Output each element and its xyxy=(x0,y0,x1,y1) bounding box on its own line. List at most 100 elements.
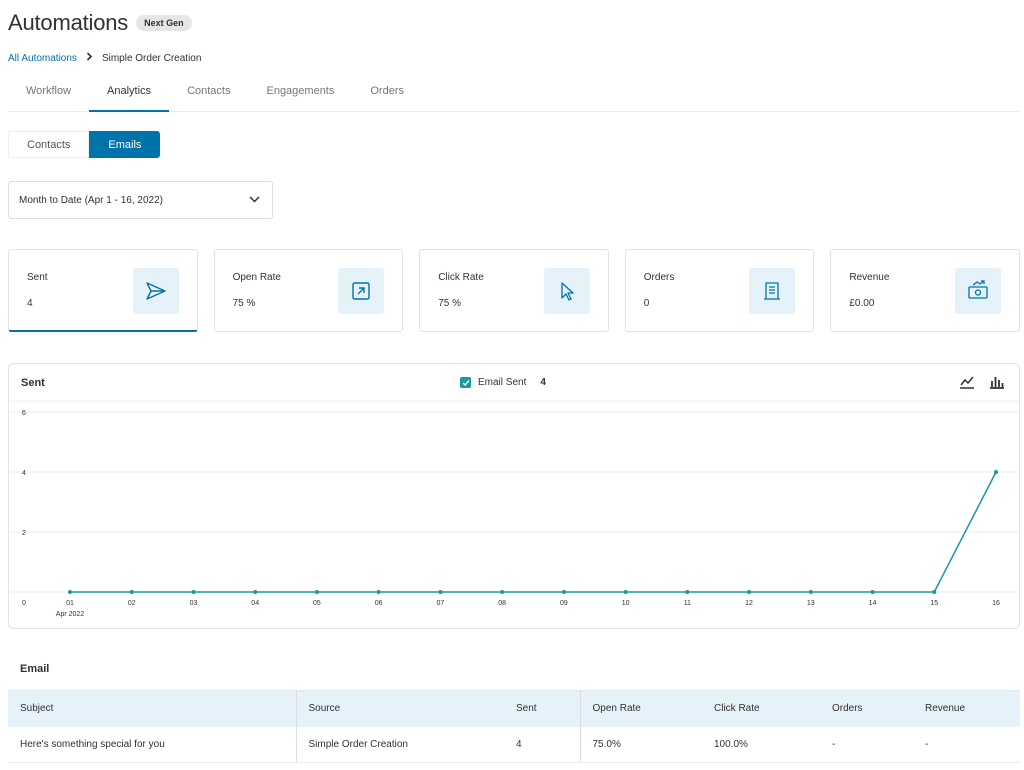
column-header-click-rate[interactable]: Click Rate xyxy=(702,690,820,727)
cell-revenue: - xyxy=(913,726,1020,763)
tab-workflow[interactable]: Workflow xyxy=(8,72,89,111)
card-value: 0 xyxy=(643,298,650,309)
card-value: 75 % xyxy=(438,298,461,309)
orders-card[interactable]: Orders 0 xyxy=(624,249,815,332)
card-label: Open Rate xyxy=(232,272,281,283)
y-tick-label: 2 xyxy=(22,530,26,537)
cell-click-rate: 100.0% xyxy=(702,726,820,763)
emails-toggle-button[interactable]: Emails xyxy=(89,131,161,158)
card-value: 4 xyxy=(27,298,33,309)
open-mail-icon xyxy=(338,268,385,314)
card-label: Revenue xyxy=(849,272,890,283)
x-tick-label: 01 xyxy=(66,600,74,607)
data-point xyxy=(747,590,752,594)
cell-open-rate: 75.0% xyxy=(579,726,702,763)
chart-legend[interactable]: Email Sent 4 xyxy=(460,377,546,388)
x-tick-label: 13 xyxy=(807,600,815,607)
cell-subject: Here's something special for you xyxy=(8,726,296,763)
send-icon xyxy=(132,268,179,314)
sent-chart-panel: 0 2 4 6 01 02 03 04 05 06 07 08 09 10 11 12 13 14 15 16 Apr … xyxy=(8,363,1021,629)
chart-title: Sent xyxy=(21,377,45,389)
metric-cards: Sent 4 Open Rate 75 % Click Rate 75 % Or… xyxy=(8,249,1020,332)
data-point xyxy=(932,590,937,594)
x-tick-label: 05 xyxy=(313,600,321,607)
checkbox-checked-icon[interactable] xyxy=(460,377,471,388)
data-point xyxy=(191,590,196,594)
sent-card[interactable]: Sent 4 xyxy=(8,249,198,332)
data-point xyxy=(870,590,875,594)
x-tick-label: 07 xyxy=(437,600,445,607)
column-header-orders[interactable]: Orders xyxy=(820,690,913,727)
legend-label: Email Sent xyxy=(478,377,527,388)
chart-type-toggle xyxy=(959,375,1005,394)
page-header: Automations Next Gen xyxy=(8,10,192,36)
sent-line-chart: 024601 02 03 04 05 06 07 08 09 10 11 12 13 14 15 16Apr … xyxy=(9,400,1021,618)
card-label: Orders xyxy=(643,272,675,283)
tab-orders[interactable]: Orders xyxy=(352,72,422,111)
x-axis-sublabel: Apr 2022 xyxy=(56,611,85,618)
tab-bar: Workflow Analytics Contacts Engagements … xyxy=(8,72,1020,112)
view-toggle: Contacts Emails xyxy=(8,131,161,158)
table-row[interactable]: Here's something special for you Simple … xyxy=(8,726,1020,763)
click-rate-card[interactable]: Click Rate 75 % xyxy=(419,249,609,332)
data-point xyxy=(623,590,628,594)
x-tick-label: 09 xyxy=(560,600,568,607)
breadcrumb-all-automations[interactable]: All Automations xyxy=(8,53,77,64)
email-table: Subject Source Sent Open Rate Click Rate… xyxy=(8,690,1020,763)
data-point xyxy=(561,590,566,594)
y-tick-label: 0 xyxy=(22,600,26,607)
cell-orders: - xyxy=(820,726,913,763)
data-point xyxy=(253,590,258,594)
x-tick-label: 06 xyxy=(375,600,383,607)
chevron-down-icon xyxy=(249,195,260,206)
date-range-value: Month to Date (Apr 1 - 16, 2022) xyxy=(19,194,163,206)
column-header-subject[interactable]: Subject xyxy=(8,690,296,727)
breadcrumb-current: Simple Order Creation xyxy=(101,52,202,64)
card-label: Click Rate xyxy=(438,272,484,283)
bar-chart-icon[interactable] xyxy=(989,375,1005,394)
tab-engagements[interactable]: Engagements xyxy=(248,72,352,111)
x-tick-label: 15 xyxy=(930,600,938,607)
date-range-select[interactable]: Month to Date (Apr 1 - 16, 2022) xyxy=(8,181,273,219)
data-point xyxy=(808,590,813,594)
x-tick-label: 02 xyxy=(128,600,136,607)
x-tick-label: 14 xyxy=(869,600,877,607)
card-value: £0.00 xyxy=(849,298,875,309)
y-tick-label: 4 xyxy=(22,470,26,477)
next-gen-badge: Next Gen xyxy=(136,15,192,31)
data-point xyxy=(314,590,319,594)
open-rate-card[interactable]: Open Rate 75 % xyxy=(213,249,404,332)
data-point xyxy=(438,590,443,594)
column-header-source[interactable]: Source xyxy=(295,690,504,727)
x-tick-label: 03 xyxy=(190,600,198,607)
legend-count: 4 xyxy=(540,377,546,388)
cell-source: Simple Order Creation xyxy=(295,726,504,763)
data-point xyxy=(68,590,72,594)
column-header-open-rate[interactable]: Open Rate xyxy=(579,690,702,727)
contacts-toggle-button[interactable]: Contacts xyxy=(8,131,90,158)
x-tick-label: 08 xyxy=(498,600,506,607)
data-point xyxy=(129,590,134,594)
data-point xyxy=(376,590,381,594)
breadcrumb: All Automations Simple Order Creation xyxy=(8,52,201,64)
card-label: Sent xyxy=(27,272,48,283)
data-point xyxy=(994,470,998,474)
column-header-sent[interactable]: Sent xyxy=(504,690,580,727)
x-tick-label: 12 xyxy=(745,600,753,607)
page-title: Automations xyxy=(8,10,129,35)
money-icon xyxy=(954,268,1001,314)
tab-analytics[interactable]: Analytics xyxy=(89,72,170,112)
data-point xyxy=(500,590,505,594)
data-point xyxy=(685,590,690,594)
revenue-card[interactable]: Revenue £0.00 xyxy=(830,249,1020,332)
x-tick-label: 16 xyxy=(992,600,1000,607)
column-header-revenue[interactable]: Revenue xyxy=(913,690,1020,727)
line-chart-icon[interactable] xyxy=(959,375,975,394)
x-tick-label: 10 xyxy=(622,600,630,607)
x-tick-label: 11 xyxy=(684,600,691,607)
receipt-icon xyxy=(749,268,796,314)
x-tick-label: 04 xyxy=(251,600,259,607)
y-tick-label: 6 xyxy=(22,410,26,417)
chevron-right-icon xyxy=(86,52,93,64)
tab-contacts[interactable]: Contacts xyxy=(169,72,248,111)
